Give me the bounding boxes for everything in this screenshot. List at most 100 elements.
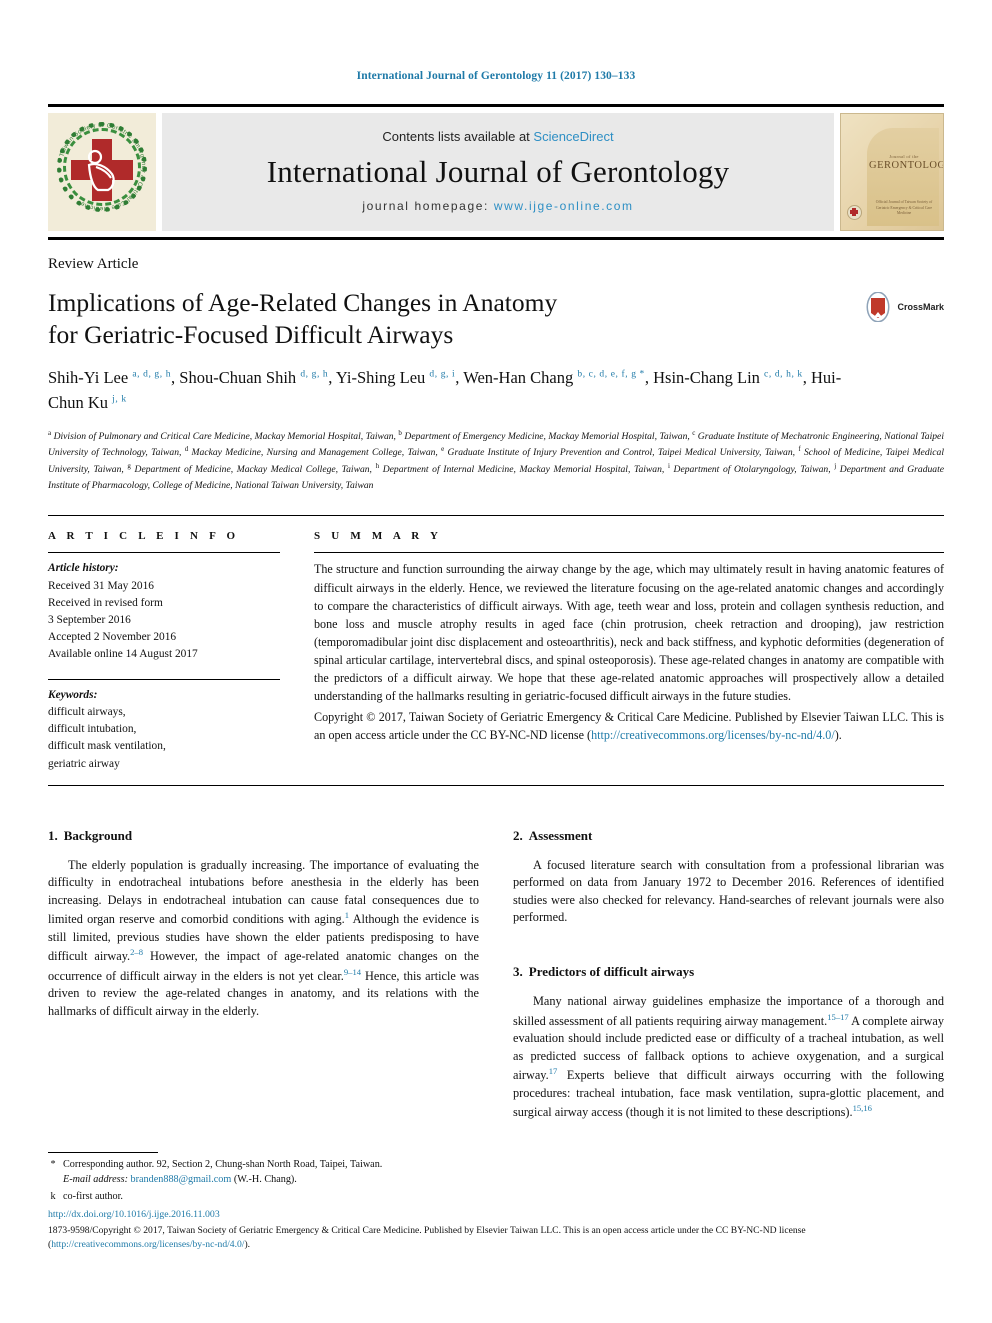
info-summary-bottom-rule <box>48 784 944 786</box>
contents-prefix: Contents lists available at <box>382 128 534 144</box>
journal-homepage-link[interactable]: www.ijge-online.com <box>494 199 634 213</box>
article-title-line-2: for Geriatric-Focused Difficult Airways <box>48 319 454 349</box>
author-affiliation-marks: a, d, g, h <box>132 369 172 380</box>
article-history-line: Accepted 2 November 2016 <box>48 630 177 643</box>
page-title: Implications of Age-Related Changes in A… <box>48 287 808 350</box>
footnote-email-link[interactable]: branden888@gmail.com <box>131 1174 232 1185</box>
footnote-prefix: Corresponding author. 92, Section 2, Chu… <box>63 1159 383 1170</box>
society-logo-icon: Taiwan Society of Geriatric Emergency & … <box>48 113 156 231</box>
author-affiliation-marks: d, g, i <box>429 369 456 380</box>
cover-society-logo-icon <box>847 205 862 220</box>
keyword-item: geriatric airway <box>48 757 120 770</box>
author-separator: , <box>802 368 812 388</box>
info-and-summary: A R T I C L E I N F O Article history: R… <box>48 515 944 772</box>
article-info-rule <box>48 552 280 554</box>
article-history-line: Available online 14 August 2017 <box>48 647 198 660</box>
affiliation-list: a Division of Pulmonary and Critical Car… <box>48 428 944 494</box>
footnote-mark: k <box>50 1190 56 1202</box>
footnote-text: co-first author. <box>63 1190 123 1205</box>
keyword-item: difficult intubation, <box>48 723 137 736</box>
affiliation-text: Graduate Institute of Injury Prevention … <box>444 447 799 459</box>
homepage-prefix: journal homepage: <box>362 199 494 214</box>
article-title-line-1: Implications of Age-Related Changes in A… <box>48 288 558 317</box>
author-list: Shih-Yi Lee a, d, g, h, Shou-Chuan Shih … <box>48 366 858 416</box>
section-number: 3. <box>513 964 523 980</box>
article-history-line: Received in revised form <box>48 596 163 609</box>
footer-license-link[interactable]: http://creativecommons.org/licenses/by-n… <box>51 1239 244 1250</box>
journal-cover-thumbnail: Journal of the GERONTOLOGY Official Jour… <box>840 113 944 231</box>
paragraph-text: Experts believe that difficult airways o… <box>513 1068 944 1120</box>
svg-text:Taiwan Society of Geriatric Em: Taiwan Society of Geriatric Emergency & … <box>58 122 147 212</box>
crossmark-icon <box>866 292 890 322</box>
keyword-item: difficult airways, <box>48 706 126 719</box>
keywords-rule <box>48 679 280 681</box>
section-number: 2. <box>513 827 523 843</box>
section-number: 1. <box>48 827 58 843</box>
journal-article-page: International Journal of Gerontology 11 … <box>0 0 992 1323</box>
author-name: Wen-Han Chang <box>463 368 578 388</box>
contents-available-line: Contents lists available at ScienceDirec… <box>382 129 613 144</box>
article-history-line: Received 31 May 2016 <box>48 579 154 592</box>
affiliation-text: Mackay Medicine, Nursing and Management … <box>188 447 442 459</box>
body-paragraph: The elderly population is gradually incr… <box>48 857 479 1020</box>
summary-column: S U M M A R Y The structure and function… <box>314 530 944 772</box>
affiliation-text: Department of Emergency Medicine, Mackay… <box>401 430 693 442</box>
footnote-email-label: E-mail address: <box>63 1173 131 1185</box>
footnote-item: * Corresponding author. 92, Section 2, Ch… <box>48 1158 488 1188</box>
journal-masthead: Taiwan Society of Geriatric Emergency & … <box>48 104 944 231</box>
article-history-lines: Received 31 May 2016 Received in revised … <box>48 578 280 664</box>
summary-rule <box>314 552 944 554</box>
section-title: Assessment <box>528 827 593 843</box>
keywords-block: Keywords: difficult airways, difficult in… <box>48 687 280 773</box>
author-name: Yi-Shing Leu <box>335 368 430 388</box>
affiliation-text: Department of Internal Medicine, Mackay … <box>379 464 668 476</box>
affiliation-text: Department of Otolaryngology, Taiwan, <box>669 464 835 476</box>
body-paragraph: Many national airway guidelines emphasiz… <box>513 993 944 1121</box>
citation-reference[interactable]: 15,16 <box>853 1103 872 1113</box>
summary-copyright: Copyright © 2017, Taiwan Society of Geri… <box>314 708 944 744</box>
section-heading: 3. Predictors of difficult airways <box>513 964 944 980</box>
summary-body: The structure and function surrounding t… <box>314 560 944 743</box>
masthead-center: Contents lists available at ScienceDirec… <box>162 113 834 231</box>
article-history-line: 3 September 2016 <box>48 613 131 626</box>
page-footer: http://dx.doi.org/10.1016/j.ijge.2016.11… <box>48 1208 944 1252</box>
title-block: Review Article CrossMark Implications of… <box>48 256 944 416</box>
author-separator: , <box>644 368 654 388</box>
citation-reference[interactable]: 15–17 <box>827 1012 848 1022</box>
journal-title: International Journal of Gerontology <box>266 153 730 189</box>
section-title: Background <box>63 827 133 843</box>
footer-license-tail: ). <box>244 1239 251 1251</box>
footnote-item: k co-first author. <box>48 1190 488 1205</box>
citation-reference[interactable]: 9–14 <box>344 967 361 977</box>
cover-footer-lines: Official Journal of Taiwan Society of Ge… <box>875 200 933 216</box>
article-history-block: Article history: Received 31 May 2016 Rec… <box>48 560 280 663</box>
article-history-label: Article history: <box>48 562 119 575</box>
paragraph-text: A focused literature search with consult… <box>513 857 944 924</box>
author-affiliation-marks: c, d, h, k <box>764 369 803 380</box>
journal-homepage-line: journal homepage: www.ijge-online.com <box>362 199 633 213</box>
footnote-email-tail: (W.-H. Chang). <box>231 1173 297 1185</box>
article-info-heading: A R T I C L E I N F O <box>48 530 240 543</box>
doi-link[interactable]: http://dx.doi.org/10.1016/j.ijge.2016.11… <box>48 1208 944 1223</box>
cover-title: GERONTOLOGY <box>869 160 943 171</box>
footnote-prefix: co-first author. <box>63 1190 123 1202</box>
summary-heading: S U M M A R Y <box>314 530 443 543</box>
citation-reference[interactable]: 2–8 <box>130 947 143 957</box>
article-body: 1. Background The elderly population is gr… <box>48 828 944 1134</box>
footnotes: * Corresponding author. 92, Section 2, Ch… <box>48 1152 488 1206</box>
cc-license-link[interactable]: http://creativecommons.org/licenses/by-n… <box>591 728 835 742</box>
issn-copyright-line: 1873-9598/Copyright © 2017, Taiwan Socie… <box>48 1224 944 1253</box>
article-info-column: A R T I C L E I N F O Article history: R… <box>48 530 280 772</box>
footnote-mark: * <box>50 1159 56 1170</box>
keywords-label: Keywords: <box>48 689 98 702</box>
author-name: Shou-Chuan Shih <box>179 368 301 388</box>
copyright-tail: ). <box>834 727 842 742</box>
society-ring-text: Taiwan Society of Geriatric Emergency & … <box>58 122 147 212</box>
section-title: Predictors of difficult airways <box>528 964 695 980</box>
crossmark-badge[interactable]: CrossMark <box>863 292 944 322</box>
article-type-label: Review Article <box>48 256 139 272</box>
section-heading: 1. Background <box>48 828 479 844</box>
footnote-rule <box>48 1152 158 1153</box>
sciencedirect-link[interactable]: ScienceDirect <box>533 129 613 144</box>
